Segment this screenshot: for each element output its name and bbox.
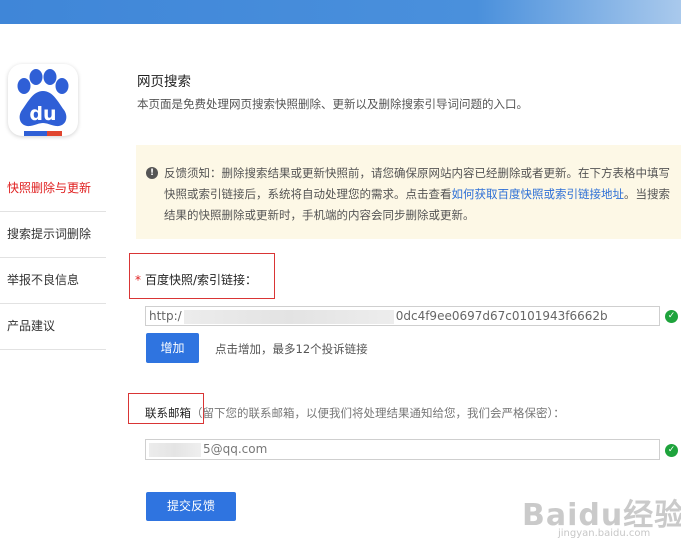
- page-description: 本页面是免费处理网页搜索快照删除、更新以及删除搜索引导词问题的入口。: [137, 97, 528, 111]
- email-input[interactable]: 5@qq.com: [145, 439, 660, 460]
- add-link-button[interactable]: 增加: [146, 333, 199, 363]
- url-label-text: 百度快照/索引链接：: [145, 273, 258, 287]
- baidu-paw-logo: du: [8, 64, 78, 136]
- sidebar-item-feedback[interactable]: 产品建议: [0, 304, 106, 350]
- snapshot-link-help[interactable]: 如何获取百度快照或索引链接地址: [452, 187, 625, 201]
- snapshot-url-input[interactable]: http:/ 0dc4f9ee0697d67c0101943f6662b: [145, 306, 660, 326]
- exclamation-icon: !: [146, 167, 158, 179]
- top-banner: [0, 0, 681, 24]
- sidebar-item-suggestion-delete[interactable]: 搜索提示词删除: [0, 212, 106, 258]
- sidebar-item-snapshot-delete[interactable]: 快照删除与更新: [0, 166, 106, 212]
- check-icon: ✓: [665, 444, 678, 457]
- redacted-region: [149, 442, 201, 457]
- sidebar-nav: 快照删除与更新 搜索提示词删除 举报不良信息 产品建议: [0, 166, 106, 350]
- required-mark: *: [135, 273, 141, 287]
- submit-feedback-button[interactable]: 提交反馈: [146, 492, 236, 521]
- sidebar-item-report[interactable]: 举报不良信息: [0, 258, 106, 304]
- url-field-label: * 百度快照/索引链接：: [135, 271, 257, 288]
- email-field-label: 联系邮箱（留下您的联系邮箱，以便我们将处理结果通知给您，我们会严格保密）：: [145, 405, 565, 421]
- email-label-note: （留下您的联系邮箱，以便我们将处理结果通知给您，我们会严格保密）：: [191, 406, 565, 420]
- check-icon: ✓: [665, 310, 678, 323]
- paw-icon: du: [17, 69, 69, 127]
- notice-box: ! 反馈须知：删除搜索结果或更新快照前，请您确保原网站内容已经删除或者更新。在下…: [136, 145, 681, 239]
- watermark-sub: jingyan.baidu.com: [558, 528, 651, 539]
- baidu-jingyan-watermark: Baidu经验 jingyan.baidu.com: [522, 484, 681, 544]
- logo-color-strip: [24, 131, 62, 136]
- email-value-suffix: 5@qq.com: [203, 442, 268, 456]
- add-link-hint: 点击增加，最多12个投诉链接: [215, 342, 368, 356]
- email-label-text: 联系邮箱: [145, 406, 191, 420]
- url-value-suffix: 0dc4f9ee0697d67c0101943f6662b: [395, 309, 608, 323]
- page-title: 网页搜索: [137, 74, 191, 90]
- redacted-region: [183, 309, 394, 324]
- url-value-prefix: http:/: [149, 309, 182, 323]
- logo-text: du: [29, 103, 56, 125]
